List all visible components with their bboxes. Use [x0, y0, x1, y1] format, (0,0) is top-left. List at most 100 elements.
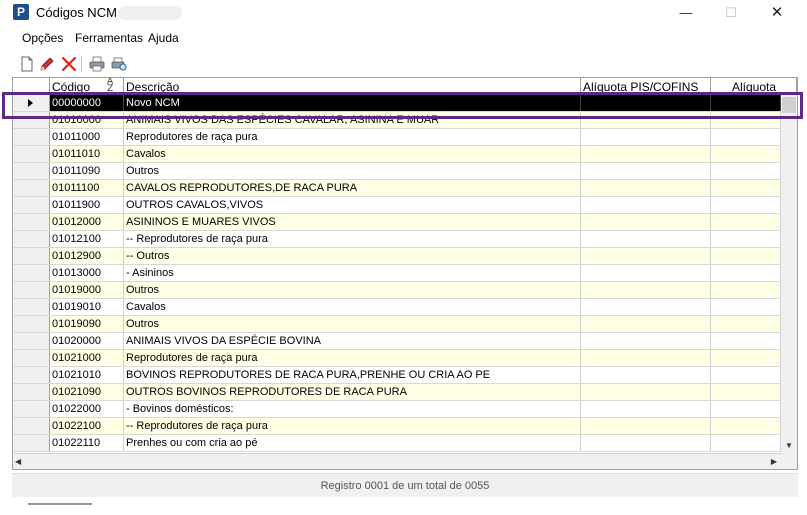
cell-aliquota[interactable]: [711, 299, 781, 315]
new-document-button[interactable]: [18, 55, 36, 73]
scroll-down-arrow-icon[interactable]: ▼: [781, 439, 797, 453]
cell-descricao[interactable]: OUTROS CAVALOS,VIVOS: [124, 197, 581, 213]
row-indicator[interactable]: [13, 95, 50, 111]
row-indicator[interactable]: [13, 333, 50, 349]
cell-descricao[interactable]: - Asininos: [124, 265, 581, 281]
cell-aliquota[interactable]: [711, 350, 781, 366]
cell-aliquota-pis-cofins[interactable]: [581, 282, 711, 298]
row-indicator[interactable]: [13, 231, 50, 247]
cell-codigo[interactable]: 01022000: [50, 401, 124, 417]
vertical-scrollbar[interactable]: ▼: [781, 95, 797, 453]
cell-codigo[interactable]: 01020000: [50, 333, 124, 349]
cell-aliquota-pis-cofins[interactable]: [581, 435, 711, 451]
cell-codigo[interactable]: 01019090: [50, 316, 124, 332]
row-indicator[interactable]: [13, 265, 50, 281]
close-button[interactable]: ✕: [754, 0, 800, 26]
cell-codigo[interactable]: 01011010: [50, 146, 124, 162]
cell-codigo[interactable]: 01022100: [50, 418, 124, 434]
row-indicator[interactable]: [13, 163, 50, 179]
cell-aliquota[interactable]: [711, 248, 781, 264]
cell-codigo[interactable]: 01022110: [50, 435, 124, 451]
cell-aliquota[interactable]: [711, 95, 781, 111]
table-row[interactable]: 00000000 Novo NCM: [13, 95, 781, 112]
cell-descricao[interactable]: Reprodutores de raça pura: [124, 350, 581, 366]
menu-ferramentas[interactable]: Ferramentas: [75, 31, 143, 45]
header-aliquota-pis-cofins[interactable]: Alíquota PIS/COFINS: [581, 78, 711, 95]
cell-aliquota-pis-cofins[interactable]: [581, 248, 711, 264]
cell-codigo[interactable]: 01012900: [50, 248, 124, 264]
cell-aliquota-pis-cofins[interactable]: [581, 401, 711, 417]
cell-codigo[interactable]: 01011090: [50, 163, 124, 179]
row-indicator[interactable]: [13, 248, 50, 264]
table-row[interactable]: 01019000 Outros: [13, 282, 781, 299]
row-indicator[interactable]: [13, 418, 50, 434]
cell-aliquota[interactable]: [711, 197, 781, 213]
table-row[interactable]: 01019010 Cavalos: [13, 299, 781, 316]
cell-codigo[interactable]: 00000000: [50, 95, 124, 111]
cell-aliquota-pis-cofins[interactable]: [581, 112, 711, 128]
print-button[interactable]: [88, 55, 106, 73]
cell-descricao[interactable]: Outros: [124, 282, 581, 298]
header-codigo[interactable]: Código AZ: [50, 78, 124, 95]
cell-codigo[interactable]: 01011100: [50, 180, 124, 196]
cell-aliquota[interactable]: [711, 384, 781, 400]
cell-aliquota[interactable]: [711, 316, 781, 332]
cell-codigo[interactable]: 01011000: [50, 129, 124, 145]
table-row[interactable]: 01020000 ANIMAIS VIVOS DA ESPÉCIE BOVINA: [13, 333, 781, 350]
table-row[interactable]: 01021090 OUTROS BOVINOS REPRODUTORES DE R…: [13, 384, 781, 401]
cell-aliquota-pis-cofins[interactable]: [581, 163, 711, 179]
cell-aliquota-pis-cofins[interactable]: [581, 316, 711, 332]
cell-aliquota-pis-cofins[interactable]: [581, 231, 711, 247]
cell-descricao[interactable]: Cavalos: [124, 299, 581, 315]
scroll-left-arrow-icon[interactable]: ◀: [15, 455, 21, 469]
ncm-grid[interactable]: Código AZ Descrição Alíquota PIS/COFINS …: [12, 77, 798, 470]
cell-descricao[interactable]: Cavalos: [124, 146, 581, 162]
cell-codigo[interactable]: 01010000: [50, 112, 124, 128]
cell-aliquota-pis-cofins[interactable]: [581, 333, 711, 349]
row-indicator[interactable]: [13, 180, 50, 196]
table-row[interactable]: 01019090 Outros: [13, 316, 781, 333]
cell-codigo[interactable]: 01021000: [50, 350, 124, 366]
table-row[interactable]: 01011900 OUTROS CAVALOS,VIVOS: [13, 197, 781, 214]
cell-aliquota-pis-cofins[interactable]: [581, 146, 711, 162]
table-row[interactable]: 01012900 -- Outros: [13, 248, 781, 265]
cell-aliquota-pis-cofins[interactable]: [581, 384, 711, 400]
row-indicator[interactable]: [13, 350, 50, 366]
menu-opcoes[interactable]: Opções: [22, 31, 63, 45]
table-row[interactable]: 01012100 -- Reprodutores de raça pura: [13, 231, 781, 248]
cell-codigo[interactable]: 01012100: [50, 231, 124, 247]
cell-descricao[interactable]: Outros: [124, 316, 581, 332]
row-indicator[interactable]: [13, 214, 50, 230]
row-indicator[interactable]: [13, 197, 50, 213]
cell-codigo[interactable]: 01021090: [50, 384, 124, 400]
cell-aliquota-pis-cofins[interactable]: [581, 129, 711, 145]
print-preview-button[interactable]: [110, 55, 128, 73]
table-row[interactable]: 01010000 ANIMAIS VIVOS DAS ESPÉCIES CAVAL…: [13, 112, 781, 129]
cell-descricao[interactable]: OUTROS BOVINOS REPRODUTORES DE RACA PURA: [124, 384, 581, 400]
sort-az-icon[interactable]: AZ: [107, 78, 113, 94]
cell-descricao[interactable]: Prenhes ou com cria ao pé: [124, 435, 581, 451]
cell-aliquota[interactable]: [711, 265, 781, 281]
cell-aliquota-pis-cofins[interactable]: [581, 214, 711, 230]
row-indicator[interactable]: [13, 435, 50, 451]
table-row[interactable]: 01011090 Outros: [13, 163, 781, 180]
cell-aliquota-pis-cofins[interactable]: [581, 197, 711, 213]
cell-descricao[interactable]: Novo NCM: [124, 95, 581, 111]
cell-codigo[interactable]: 01019010: [50, 299, 124, 315]
row-indicator[interactable]: [13, 299, 50, 315]
cell-codigo[interactable]: 01019000: [50, 282, 124, 298]
table-row[interactable]: 01022000- Bovinos domésticos:: [13, 401, 781, 418]
cell-descricao[interactable]: Outros: [124, 163, 581, 179]
scroll-right-arrow-icon[interactable]: ▶: [771, 455, 777, 469]
table-row[interactable]: 01012000 ASININOS E MUARES VIVOS: [13, 214, 781, 231]
cell-aliquota[interactable]: [711, 112, 781, 128]
cell-aliquota[interactable]: [711, 367, 781, 383]
cell-descricao[interactable]: ANIMAIS VIVOS DAS ESPÉCIES CAVALAR, ASIN…: [124, 112, 581, 128]
cell-aliquota-pis-cofins[interactable]: [581, 180, 711, 196]
table-row[interactable]: 01022110 Prenhes ou com cria ao pé: [13, 435, 781, 452]
cell-aliquota-pis-cofins[interactable]: [581, 418, 711, 434]
cell-codigo[interactable]: 01021010: [50, 367, 124, 383]
header-descricao[interactable]: Descrição: [124, 78, 581, 95]
cell-codigo[interactable]: 01013000: [50, 265, 124, 281]
table-row[interactable]: 01021000 Reprodutores de raça pura: [13, 350, 781, 367]
